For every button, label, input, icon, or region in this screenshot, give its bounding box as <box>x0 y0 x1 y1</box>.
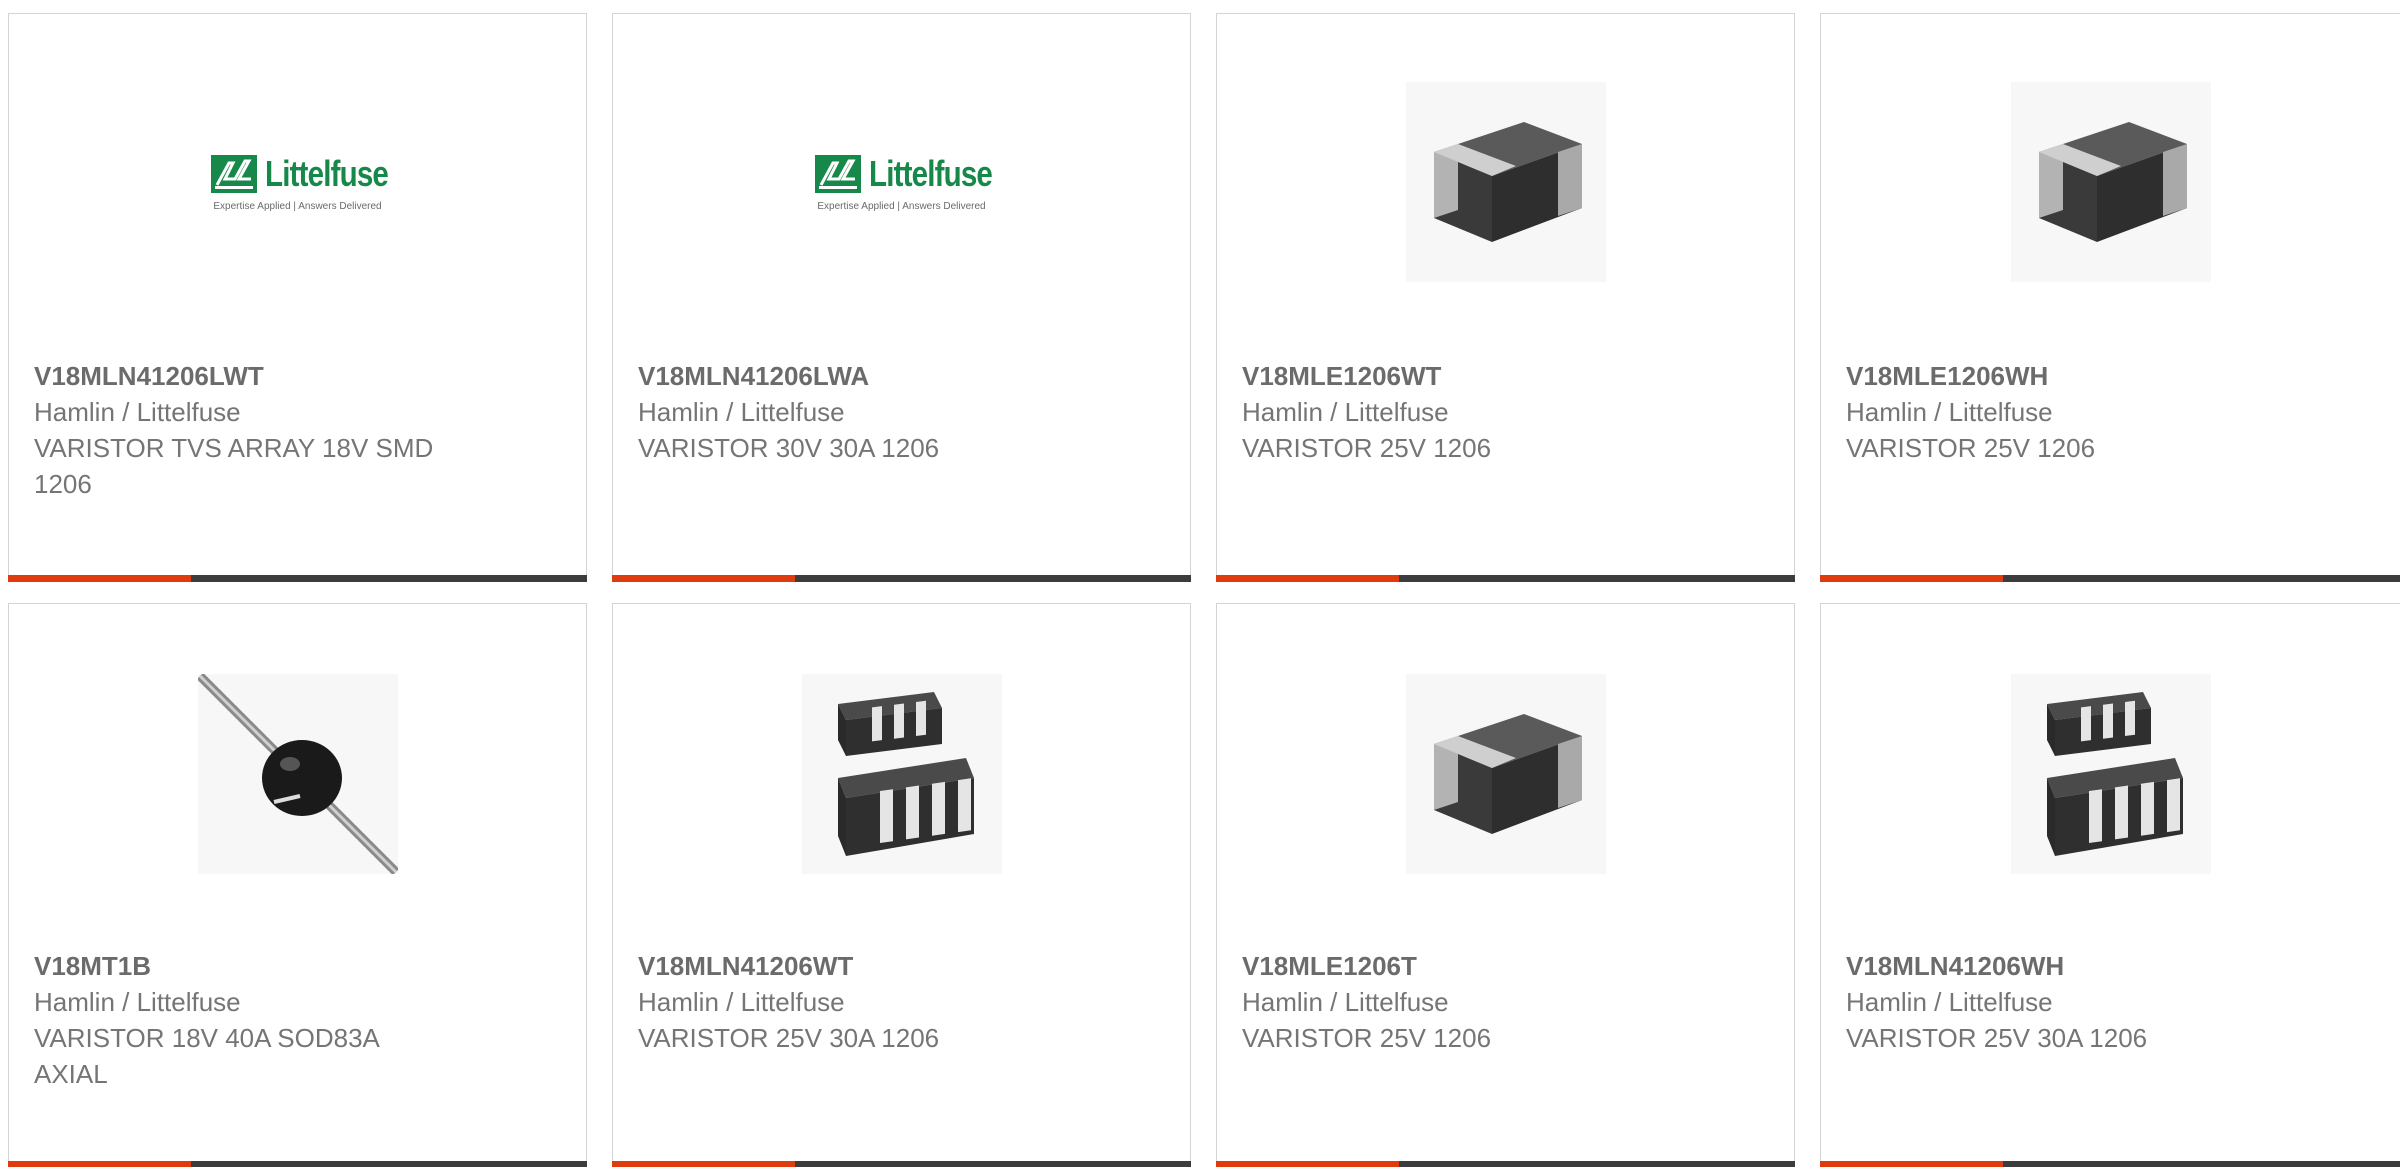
manufacturer-name: Hamlin / Littelfuse <box>1242 987 1449 1017</box>
product-image[interactable] <box>613 674 1190 874</box>
product-description: VARISTOR 30V 30A 1206 <box>638 433 940 463</box>
chip-component-icon <box>1433 122 1582 242</box>
card-bottom-bar <box>612 1161 1191 1167</box>
product-card[interactable]: V18MLN41206WT Hamlin / Littelfuse VARIST… <box>612 603 1191 1167</box>
card-bottom-bar <box>1216 575 1795 582</box>
product-description: VARISTOR 25V 1206 <box>1242 1023 1492 1053</box>
manufacturer-name: Hamlin / Littelfuse <box>1846 397 2053 427</box>
product-card[interactable]: V18MLE1206WH Hamlin / Littelfuse VARISTO… <box>1820 13 2400 582</box>
chip-component-icon <box>2038 122 2187 242</box>
part-number-link[interactable]: V18MT1B <box>34 948 454 984</box>
logo-tagline: Expertise Applied | Answers Delivered <box>817 200 986 212</box>
product-image[interactable]: Littelfuse Expertise Applied | Answers D… <box>613 82 1190 282</box>
product-description: VARISTOR 25V 1206 <box>1242 433 1492 463</box>
product-image[interactable] <box>1821 674 2400 874</box>
axial-component-icon <box>197 674 398 874</box>
card-bottom-bar <box>8 575 587 582</box>
product-description: VARISTOR 18V 40A SOD83A AXIAL <box>34 1023 379 1089</box>
logo-word: Littelfuse <box>265 152 389 194</box>
manufacturer-name: Hamlin / Littelfuse <box>638 397 845 427</box>
manufacturer-name: Hamlin / Littelfuse <box>34 397 241 427</box>
product-image[interactable] <box>1217 674 1794 874</box>
card-bottom-bar <box>1820 575 2400 582</box>
part-number-link[interactable]: V18MLN41206LWA <box>638 358 1058 394</box>
product-description: VARISTOR 25V 30A 1206 <box>638 1023 940 1053</box>
product-image[interactable] <box>1821 82 2400 282</box>
product-card[interactable]: V18MLE1206WT Hamlin / Littelfuse VARISTO… <box>1216 13 1795 582</box>
product-image[interactable] <box>1217 82 1794 282</box>
chip-component-icon <box>1433 714 1582 834</box>
part-number-link[interactable]: V18MLE1206WH <box>1846 358 2266 394</box>
part-number-link[interactable]: V18MLE1206WT <box>1242 358 1662 394</box>
product-card[interactable]: Littelfuse Expertise Applied | Answers D… <box>612 13 1191 582</box>
product-card[interactable]: V18MT1B Hamlin / Littelfuse VARISTOR 18V… <box>8 603 587 1167</box>
littelfuse-mark-icon <box>211 154 258 193</box>
manufacturer-name: Hamlin / Littelfuse <box>1242 397 1449 427</box>
card-bottom-bar <box>1216 1161 1795 1167</box>
littelfuse-logo: Littelfuse Expertise Applied | Answers D… <box>211 153 389 212</box>
card-bottom-bar <box>1820 1161 2400 1167</box>
card-bottom-bar <box>612 575 1191 582</box>
product-card[interactable]: V18MLE1206T Hamlin / Littelfuse VARISTOR… <box>1216 603 1795 1167</box>
part-number-link[interactable]: V18MLN41206WT <box>638 948 1058 984</box>
manufacturer-name: Hamlin / Littelfuse <box>34 987 241 1017</box>
logo-tagline: Expertise Applied | Answers Delivered <box>213 200 382 212</box>
product-description: VARISTOR TVS ARRAY 18V SMD 1206 <box>34 433 434 499</box>
part-number-link[interactable]: V18MLN41206LWT <box>34 358 454 394</box>
product-description: VARISTOR 25V 30A 1206 <box>1846 1023 2148 1053</box>
array-component-icon <box>837 692 974 856</box>
product-description: VARISTOR 25V 1206 <box>1846 433 2096 463</box>
array-component-icon <box>2046 692 2183 856</box>
product-card[interactable]: Littelfuse Expertise Applied | Answers D… <box>8 13 587 582</box>
logo-word: Littelfuse <box>869 152 993 194</box>
part-number-link[interactable]: V18MLE1206T <box>1242 948 1662 984</box>
card-bottom-bar <box>8 1161 587 1167</box>
product-card[interactable]: V18MLN41206WH Hamlin / Littelfuse VARIST… <box>1820 603 2400 1167</box>
product-image[interactable] <box>9 674 586 874</box>
littelfuse-mark-icon <box>815 154 862 193</box>
product-image[interactable]: Littelfuse Expertise Applied | Answers D… <box>9 82 586 282</box>
part-number-link[interactable]: V18MLN41206WH <box>1846 948 2266 984</box>
product-grid: Littelfuse Expertise Applied | Answers D… <box>0 0 2400 1167</box>
manufacturer-name: Hamlin / Littelfuse <box>1846 987 2053 1017</box>
manufacturer-name: Hamlin / Littelfuse <box>638 987 845 1017</box>
littelfuse-logo: Littelfuse Expertise Applied | Answers D… <box>815 153 993 212</box>
